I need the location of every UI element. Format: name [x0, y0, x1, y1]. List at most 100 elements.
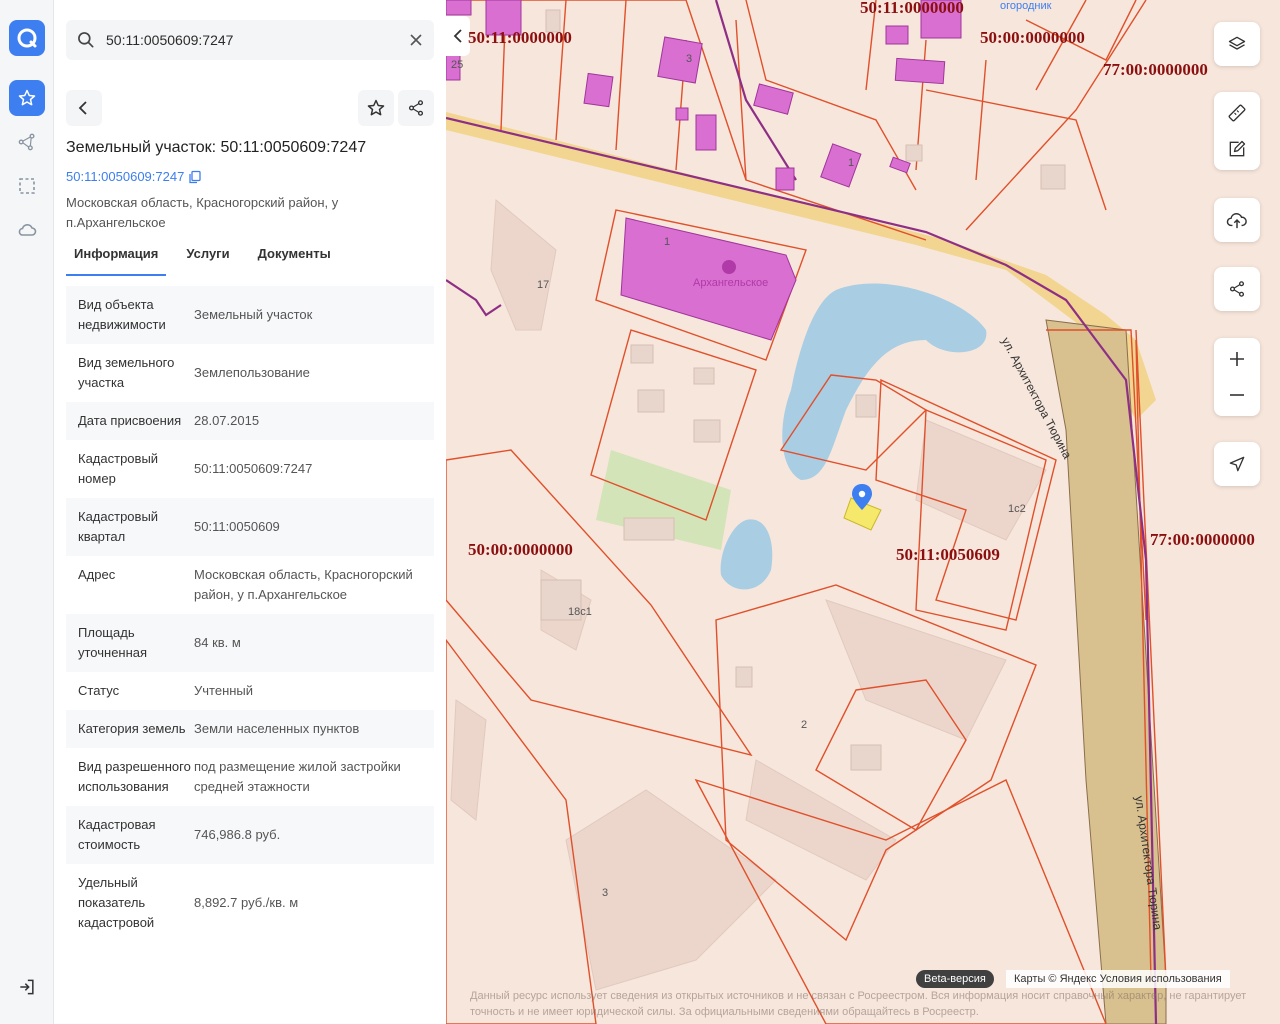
house-number: 3 — [602, 887, 609, 899]
row-value: 8,892.7 руб./кв. м — [194, 895, 299, 910]
table-row: Кадастровая стоимость 746,986.8 руб. — [66, 806, 434, 864]
search-icon — [76, 30, 96, 55]
house-number: 3 — [686, 53, 693, 65]
poi-label: Архангельское — [693, 277, 769, 289]
zone-label: 77:00:0000000 — [1103, 60, 1208, 79]
zoom-in-icon[interactable] — [1214, 341, 1260, 377]
row-value: 84 кв. м — [194, 635, 241, 650]
zone-label: 50:11:0050609 — [896, 545, 1000, 564]
zone-label: 50:11:0000000 — [860, 0, 964, 17]
row-value: Учтенный — [194, 683, 254, 698]
map-share-button[interactable] — [1214, 267, 1260, 311]
zone-label: 50:00:0000000 — [468, 540, 573, 559]
table-row: Кадастровый номер 50:11:0050609:7247 — [66, 440, 434, 498]
row-key: Кадастровый квартал — [78, 509, 159, 544]
house-number: 1 — [664, 236, 671, 248]
table-row: Кадастровый квартал 50:11:0050609 — [66, 498, 434, 556]
my-location-button[interactable] — [1214, 442, 1260, 486]
map-copyright[interactable]: Карты © Яндекс Условия использования — [1006, 970, 1230, 988]
table-row: Вид земельного участка Землепользование — [66, 344, 434, 402]
table-row: Вид объекта недвижимости Земельный участо… — [66, 286, 434, 344]
map-place-label: огородник — [1000, 0, 1052, 12]
row-key: Статус — [78, 683, 120, 698]
table-row: Вид разрешенного использования под размещ… — [66, 748, 434, 806]
cadastral-map[interactable]: 50:11:0000000 50:11:0000000 50:00:000000… — [446, 0, 1280, 1024]
favorite-button[interactable] — [358, 90, 394, 126]
row-key: Категория земель — [78, 721, 186, 736]
share-icon — [408, 100, 424, 116]
map-disclaimer: Данный ресурс использует сведения из отк… — [470, 990, 1247, 1018]
zoom-controls — [1214, 338, 1260, 416]
info-panel: Земельный участок: 50:11:0050609:7247 50… — [54, 0, 446, 1024]
back-button[interactable] — [66, 90, 102, 126]
house-number: 2 — [801, 719, 808, 731]
row-key: Вид земельного участка — [78, 355, 175, 390]
row-key: Удельный показатель кадастровой — [78, 875, 155, 930]
beta-badge: Beta-версия — [916, 970, 994, 988]
row-key: Кадастровый номер — [78, 451, 159, 486]
layers-icon — [1228, 36, 1246, 50]
info-table: Вид объекта недвижимости Земельный участо… — [66, 286, 434, 1002]
table-row: Площадь уточненная 84 кв. м — [66, 614, 434, 672]
row-key: Кадастровая стоимость — [78, 817, 156, 852]
row-key: Площадь уточненная — [78, 625, 148, 660]
row-value: Московская область, Красногорский район,… — [194, 567, 413, 602]
house-number: 18с1 — [568, 606, 592, 618]
layers-button[interactable] — [1214, 22, 1260, 66]
star-icon[interactable] — [9, 80, 45, 116]
house-number: 25 — [451, 59, 464, 71]
row-value: 50:11:0050609:7247 — [194, 461, 313, 476]
row-key: Вид разрешенного использования — [78, 759, 191, 794]
row-value: 746,986.8 руб. — [194, 827, 281, 842]
cadastral-number-link[interactable]: 50:11:0050609:7247 — [66, 169, 202, 184]
zone-label: 50:11:0000000 — [468, 28, 572, 47]
nodes-icon[interactable] — [9, 124, 45, 160]
star-icon — [367, 99, 385, 116]
table-row: Удельный показатель кадастровой 8,892.7 р… — [66, 864, 434, 942]
row-key: Дата присвоения — [78, 413, 182, 428]
share-button[interactable] — [398, 90, 434, 126]
logout-icon[interactable] — [14, 974, 40, 1000]
measure-tools-group — [1214, 92, 1260, 170]
page-title: Земельный участок: 50:11:0050609:7247 — [66, 139, 367, 156]
search-box — [66, 20, 434, 60]
table-row: Категория земель Земли населенных пунктов — [66, 710, 434, 748]
tab-information[interactable]: Информация — [66, 244, 167, 276]
cloud-icon[interactable] — [9, 212, 45, 248]
edit-icon[interactable] — [1214, 131, 1260, 167]
row-value: под размещение жилой застройки средней э… — [194, 759, 401, 794]
collapse-panel-button[interactable] — [446, 16, 470, 56]
clear-search-icon[interactable] — [406, 30, 426, 50]
table-row: Статус Учтенный — [66, 672, 434, 710]
dashed-square-icon[interactable] — [9, 168, 45, 204]
row-key: Вид объекта недвижимости — [78, 297, 166, 332]
house-number: 17 — [537, 279, 550, 291]
row-value: Землепользование — [194, 365, 310, 380]
house-number: 1с2 — [1008, 503, 1026, 515]
row-value: 50:11:0050609 — [194, 519, 280, 534]
cloud-upload-icon — [1226, 213, 1247, 229]
zone-label: 77:00:0000000 — [1150, 530, 1255, 549]
table-row: Дата присвоения 28.07.2015 — [66, 402, 434, 440]
row-key: Адрес — [78, 567, 116, 582]
row-value: Земли населенных пунктов — [194, 721, 360, 736]
ruler-icon[interactable] — [1214, 95, 1260, 131]
upload-button[interactable] — [1214, 198, 1260, 242]
tab-documents[interactable]: Документы — [250, 244, 339, 276]
copy-icon[interactable] — [188, 170, 202, 184]
object-address: Московская область, Красногорский район,… — [66, 195, 339, 230]
search-input[interactable] — [106, 29, 396, 51]
share-icon — [1229, 281, 1245, 297]
row-value: 28.07.2015 — [194, 413, 260, 428]
app-logo-icon[interactable] — [9, 20, 45, 56]
navigation-arrow-icon — [1229, 456, 1245, 472]
table-row: Адрес Московская область, Красногорский р… — [66, 556, 434, 614]
icon-rail — [0, 0, 54, 1024]
zone-label: 50:00:0000000 — [980, 28, 1085, 47]
cadastral-number-text[interactable]: 50:11:0050609:7247 — [66, 169, 184, 184]
house-number: 1 — [848, 157, 855, 169]
tab-bar: Информация Услуги Документы — [66, 244, 351, 276]
tab-services[interactable]: Услуги — [178, 244, 237, 276]
row-value: Земельный участок — [194, 307, 313, 322]
zoom-out-icon[interactable] — [1214, 377, 1260, 413]
